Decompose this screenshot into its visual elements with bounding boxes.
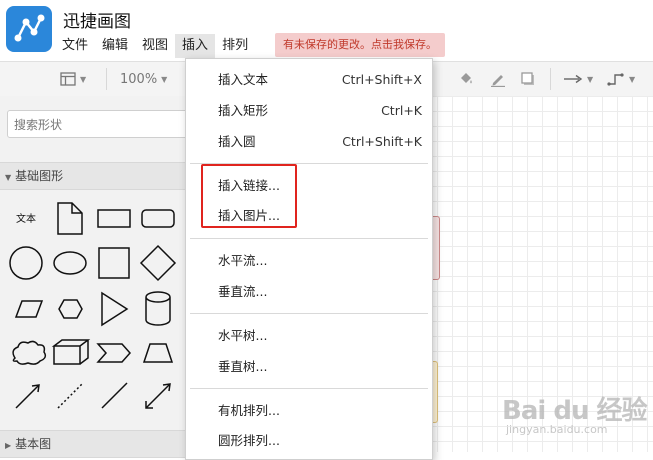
menu-item-label: 插入矩形 xyxy=(218,103,269,118)
watermark: Bai du 经验 jingyan.baidu.com xyxy=(502,390,647,436)
shape-diamond[interactable] xyxy=(139,244,177,282)
menu-item-insert-circle[interactable]: 插入圆 Ctrl+Shift+K xyxy=(186,129,432,155)
shape-rounded-rectangle[interactable] xyxy=(141,209,175,228)
shadow-icon xyxy=(521,72,534,85)
menu-item-shortcut: Ctrl+K xyxy=(381,103,422,118)
menu-item-horizontal-flow[interactable]: 水平流... xyxy=(186,248,432,274)
chevron-down-icon: ▼ xyxy=(587,74,594,84)
menu-item-vertical-tree[interactable]: 垂直树... xyxy=(186,354,432,380)
menu-item-label: 有机排列... xyxy=(218,403,280,418)
zoom-dropdown[interactable]: 100% ▼ xyxy=(120,62,167,96)
shape-ellipse[interactable] xyxy=(53,251,87,275)
menu-item-label: 水平流... xyxy=(218,253,268,268)
shape-parallelogram[interactable] xyxy=(14,300,44,318)
page-view-button[interactable]: ▼ xyxy=(60,62,86,96)
pencil-icon xyxy=(491,75,505,87)
shape-cube[interactable] xyxy=(51,339,91,365)
menu-file[interactable]: 文件 xyxy=(55,34,95,58)
shape-palette: 文本 xyxy=(9,202,177,409)
menu-item-label: 水平树... xyxy=(218,328,268,343)
shape-circle[interactable] xyxy=(9,246,43,280)
shape-dashed-line[interactable] xyxy=(57,382,84,409)
section-basic-diagram-label: 基本图 xyxy=(15,437,52,451)
menu-edit[interactable]: 编辑 xyxy=(95,34,135,58)
waypoint-style-button[interactable]: ▼ xyxy=(607,62,635,96)
menu-item-label: 插入链接... xyxy=(218,178,280,193)
chevron-down-icon: ▼ xyxy=(161,74,168,84)
shape-trapezoid[interactable] xyxy=(142,343,174,363)
menu-item-insert-image[interactable]: 插入图片... xyxy=(186,203,432,229)
menu-item-vertical-flow[interactable]: 垂直流... xyxy=(186,279,432,305)
shape-triangle[interactable] xyxy=(101,291,129,327)
menu-separator xyxy=(190,163,428,164)
menu-item-label: 垂直流... xyxy=(218,284,268,299)
paint-bucket-icon xyxy=(461,73,472,84)
menu-item-label: 圆形排列... xyxy=(218,433,280,448)
arrow-right-icon xyxy=(564,74,583,84)
menu-item-insert-link[interactable]: 插入链接... xyxy=(186,173,432,199)
menu-item-shortcut: Ctrl+Shift+X xyxy=(341,72,422,87)
shape-rectangle[interactable] xyxy=(97,209,131,228)
shape-text[interactable]: 文本 xyxy=(16,212,36,225)
section-basic-diagram[interactable]: ▶ 基本图 xyxy=(0,430,196,458)
shape-document[interactable] xyxy=(57,202,83,235)
line-color-button[interactable] xyxy=(490,62,506,96)
header: 迅捷画图 文件 编辑 视图 插入 排列 有未保存的更改。点击我保存。 xyxy=(0,0,653,62)
page-layout-icon xyxy=(60,72,76,86)
menu-arrange[interactable]: 排列 xyxy=(215,34,255,58)
shape-cylinder[interactable] xyxy=(145,291,171,326)
menu-item-insert-text[interactable]: 插入文本 Ctrl+Shift+X xyxy=(186,67,432,93)
shape-line[interactable] xyxy=(101,382,128,409)
unsaved-changes-button[interactable]: 有未保存的更改。点击我保存。 xyxy=(275,33,445,57)
menu-item-horizontal-tree[interactable]: 水平树... xyxy=(186,323,432,349)
menubar: 文件 编辑 视图 插入 排列 xyxy=(55,34,255,58)
shape-sidebar: ▼基础图形 文本 xyxy=(0,96,197,458)
zoom-level: 100% xyxy=(120,71,158,87)
menu-item-label: 垂直树... xyxy=(218,359,268,374)
app-title: 迅捷画图 xyxy=(63,12,131,32)
search-box xyxy=(7,110,196,138)
shape-hexagon[interactable] xyxy=(58,299,83,319)
shape-square[interactable] xyxy=(98,247,130,279)
shape-arrow[interactable] xyxy=(15,384,40,409)
shape-bidirectional-arrow[interactable] xyxy=(145,383,171,409)
section-basic-shapes[interactable]: ▼ 基础图形 xyxy=(0,162,196,190)
menu-item-organic-layout[interactable]: 有机排列... xyxy=(186,398,432,424)
shape-step[interactable] xyxy=(96,343,132,363)
orthogonal-connector-icon xyxy=(607,73,624,86)
menu-separator xyxy=(190,313,428,314)
menu-item-label: 插入文本 xyxy=(218,72,269,87)
triangle-right-icon: ▶ xyxy=(5,441,12,450)
shape-cloud[interactable] xyxy=(12,340,47,365)
menu-item-label: 插入圆 xyxy=(218,134,256,149)
chevron-down-icon: ▼ xyxy=(80,74,87,84)
shadow-button[interactable] xyxy=(520,62,536,96)
triangle-down-icon: ▼ xyxy=(5,173,12,182)
menu-separator xyxy=(190,388,428,389)
menu-item-shortcut: Ctrl+Shift+K xyxy=(342,134,422,149)
menu-item-insert-rectangle[interactable]: 插入矩形 Ctrl+K xyxy=(186,98,432,124)
insert-menu-dropdown: 插入文本 Ctrl+Shift+X 插入矩形 Ctrl+K 插入圆 Ctrl+S… xyxy=(185,58,433,460)
search-input[interactable] xyxy=(12,112,181,138)
connection-style-button[interactable]: ▼ xyxy=(563,62,593,96)
fill-color-button[interactable] xyxy=(458,62,474,96)
menu-separator xyxy=(190,238,428,239)
menu-item-label: 插入图片... xyxy=(218,208,280,223)
app-logo-icon xyxy=(6,6,52,52)
menu-insert[interactable]: 插入 xyxy=(175,34,216,58)
section-basic-shapes-label: 基础图形 xyxy=(15,169,64,183)
watermark-logo: Bai du 经验 xyxy=(502,396,647,426)
menu-view[interactable]: 视图 xyxy=(135,34,175,58)
menu-item-circle-layout[interactable]: 圆形排列... xyxy=(186,428,432,454)
chevron-down-icon: ▼ xyxy=(629,74,636,84)
